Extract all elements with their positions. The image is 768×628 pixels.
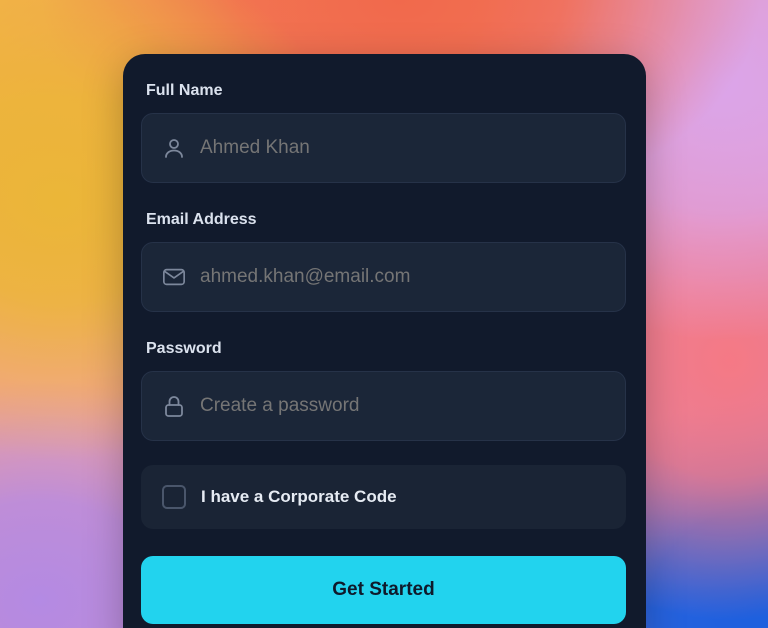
full-name-label: Full Name (146, 82, 223, 99)
full-name-field[interactable] (141, 113, 626, 183)
mail-icon (162, 265, 186, 289)
password-label: Password (146, 340, 222, 357)
email-field[interactable] (141, 242, 626, 312)
password-input[interactable] (200, 395, 600, 417)
corporate-code-label: I have a Corporate Code (201, 487, 397, 506)
user-icon (162, 136, 186, 160)
lock-icon (162, 394, 186, 418)
corporate-code-option[interactable]: I have a Corporate Code (141, 465, 626, 529)
email-input[interactable] (200, 266, 600, 288)
signup-card: Full Name Email Address Password (123, 54, 646, 628)
password-field[interactable] (141, 371, 626, 441)
full-name-input[interactable] (200, 137, 600, 159)
corporate-code-checkbox[interactable] (162, 485, 186, 509)
email-label: Email Address (146, 211, 257, 228)
get-started-button[interactable]: Get Started (141, 556, 626, 624)
